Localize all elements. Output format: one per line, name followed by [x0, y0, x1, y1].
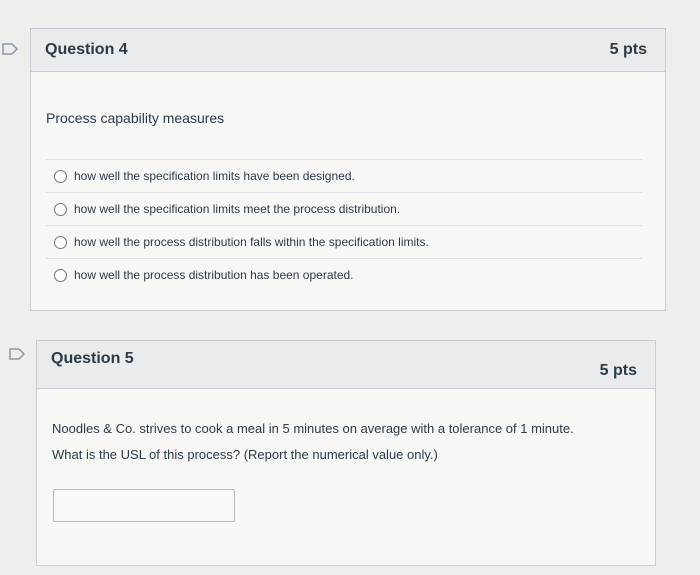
question-4-answers: how well the specification limits have b…	[46, 159, 642, 291]
answer-option-2[interactable]: how well the specification limits meet t…	[46, 192, 642, 225]
answer-option-4[interactable]: how well the process distribution has be…	[46, 258, 642, 291]
answer-label-1: how well the specification limits have b…	[74, 169, 355, 183]
question-5: Question 5 5 pts Noodles & Co. strives t…	[36, 340, 656, 566]
question-5-prompt-line-1: Noodles & Co. strives to cook a meal in …	[52, 421, 574, 436]
answer-option-3[interactable]: how well the process distribution falls …	[46, 225, 642, 258]
question-4: Question 4 5 pts Process capability meas…	[30, 28, 666, 311]
answer-label-3: how well the process distribution falls …	[74, 235, 429, 249]
question-4-prompt: Process capability measures	[46, 110, 225, 126]
question-4-header: Question 4 5 pts	[31, 29, 665, 72]
radio-button-2[interactable]	[54, 202, 67, 216]
flag-question-4-icon[interactable]	[2, 43, 18, 55]
question-5-points: 5 pts	[599, 362, 637, 379]
answer-option-1[interactable]: how well the specification limits have b…	[46, 159, 642, 192]
question-5-title: Question 5	[51, 350, 134, 367]
radio-button-4[interactable]	[54, 268, 67, 282]
radio-button-1[interactable]	[54, 169, 67, 183]
question-4-title: Question 4	[45, 41, 128, 58]
flag-question-5-icon[interactable]	[9, 348, 25, 360]
question-5-header: Question 5 5 pts	[37, 341, 655, 389]
question-4-points: 5 pts	[609, 41, 647, 58]
question-5-prompt-line-2: What is the USL of this process? (Report…	[52, 447, 438, 462]
radio-button-3[interactable]	[54, 235, 67, 249]
answer-label-2: how well the specification limits meet t…	[74, 202, 401, 216]
usl-answer-input[interactable]	[53, 489, 235, 522]
answer-label-4: how well the process distribution has be…	[74, 268, 354, 282]
